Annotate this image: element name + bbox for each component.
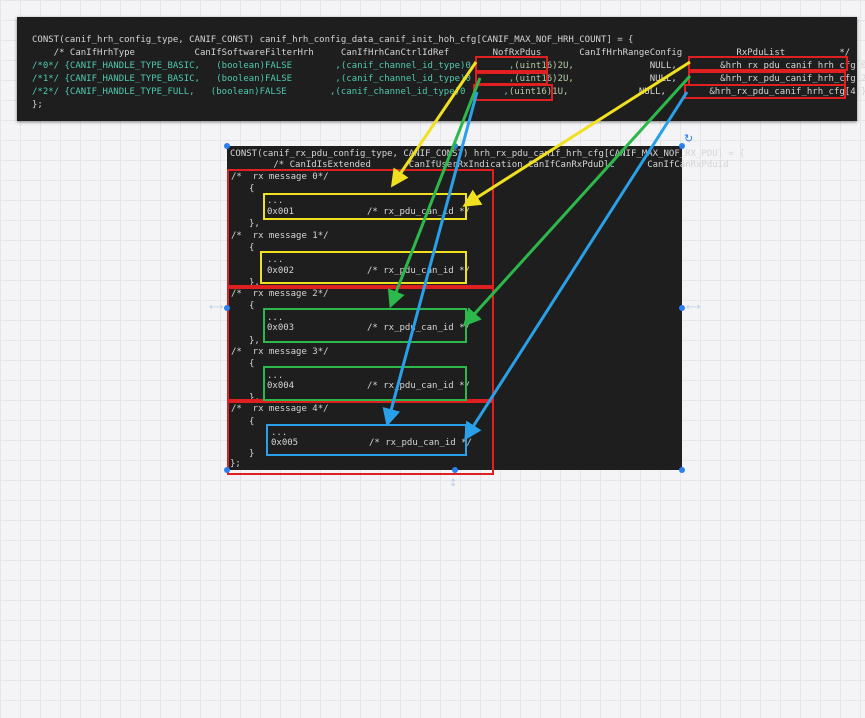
selection-handle-top-left[interactable] [224, 143, 230, 149]
rx-pdu-list-highlight-0 [688, 56, 848, 71]
resize-left-arrow-icon: ⟷ [209, 302, 224, 313]
selection-handle-middle-right[interactable] [679, 305, 685, 311]
selection-handle-top-center[interactable] [452, 143, 458, 149]
resize-right-arrow-icon: ⟷ [686, 302, 701, 313]
rx-message-box-1 [260, 251, 467, 284]
hrh-config-header-line: CONST(canif_hrh_config_type, CANIF_CONST… [32, 35, 634, 45]
nof-rx-pdus-highlight-2 [473, 84, 553, 101]
selection-handle-middle-left[interactable] [224, 305, 230, 311]
rx-message-box-3 [263, 366, 467, 401]
resize-bottom-arrow-icon: ↕ [449, 478, 458, 489]
nof-rx-pdus-highlight-0 [475, 56, 548, 72]
rx-pdu-list-highlight-2 [684, 84, 846, 99]
selection-handle-bottom-center[interactable] [452, 467, 458, 473]
rx-message-box-0 [263, 193, 467, 220]
rx-message-box-2 [263, 308, 467, 343]
hrh-config-footer: }; [32, 100, 43, 110]
selection-handle-bottom-right[interactable] [679, 467, 685, 473]
selection-handle-bottom-left[interactable] [224, 467, 230, 473]
rotate-handle-icon[interactable]: ↻ [684, 132, 693, 145]
rx-message-box-4 [266, 424, 467, 456]
